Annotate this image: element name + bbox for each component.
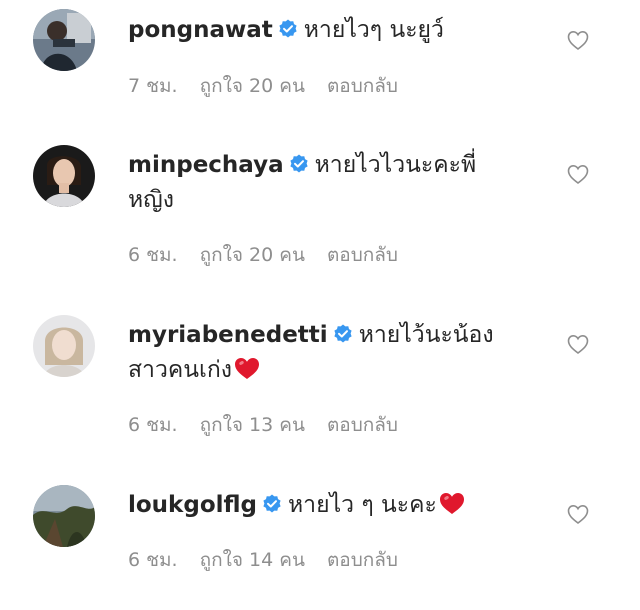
comment-meta: 6 ชม. ถูกใจ 13 คน ตอบกลับ: [128, 412, 398, 438]
timestamp: 6 ชม.: [128, 549, 178, 571]
likes-count[interactable]: ถูกใจ 14 คน: [200, 547, 305, 573]
comment-meta: 6 ชม. ถูกใจ 14 คน ตอบกลับ: [128, 547, 398, 573]
avatar[interactable]: [33, 9, 95, 71]
verified-badge-icon: [278, 19, 298, 39]
avatar[interactable]: [33, 315, 95, 377]
verified-badge-icon: [262, 494, 282, 514]
like-heart-icon[interactable]: [566, 502, 590, 526]
comment-body: หายไวๆ นะยูว์: [303, 17, 444, 43]
comment-text: myriabenedetti หายไว้นะน้องสาวคนเก่ง: [128, 318, 508, 388]
likes-count[interactable]: ถูกใจ 13 คน: [200, 412, 305, 438]
comment-meta: 6 ชม. ถูกใจ 20 คน ตอบกลับ: [128, 242, 398, 268]
comments-list: pongnawat หายไวๆ นะยูว์ 7 ชม. ถูกใจ 20 คนต…: [0, 0, 640, 610]
verified-badge-icon: [333, 324, 353, 344]
verified-badge-icon: [289, 154, 309, 174]
timestamp: 6 ชม.: [128, 414, 178, 436]
comment-meta: 7 ชม. ถูกใจ 20 คน ตอบกลับ: [128, 73, 398, 99]
username[interactable]: minpechaya: [128, 152, 284, 178]
comment-text: loukgolflg หายไว ๆ นะคะ: [128, 488, 508, 523]
like-heart-icon[interactable]: [566, 28, 590, 52]
reply-button[interactable]: ตอบกลับ: [327, 242, 398, 268]
likes-count[interactable]: ถูกใจ 20 คน: [200, 242, 305, 268]
username[interactable]: myriabenedetti: [128, 322, 328, 348]
reply-button[interactable]: ตอบกลับ: [327, 73, 398, 99]
reply-button[interactable]: ตอบกลับ: [327, 412, 398, 438]
like-heart-icon[interactable]: [566, 162, 590, 186]
timestamp: 7 ชม.: [128, 75, 178, 97]
comment-text: pongnawat หายไวๆ นะยูว์: [128, 13, 508, 48]
reply-button[interactable]: ตอบกลับ: [327, 547, 398, 573]
likes-count[interactable]: ถูกใจ 20 คน: [200, 73, 305, 99]
timestamp: 6 ชม.: [128, 244, 178, 266]
username[interactable]: loukgolflg: [128, 492, 257, 518]
username[interactable]: pongnawat: [128, 17, 273, 43]
avatar[interactable]: [33, 485, 95, 547]
heart-emoji-icon: [438, 490, 466, 516]
comment-body: หายไว ๆ นะคะ: [288, 492, 437, 518]
like-heart-icon[interactable]: [566, 332, 590, 356]
heart-emoji-icon: [233, 355, 261, 381]
comment-text: minpechaya หายไวไวนะคะพี่หญิง: [128, 148, 508, 218]
avatar[interactable]: [33, 145, 95, 207]
